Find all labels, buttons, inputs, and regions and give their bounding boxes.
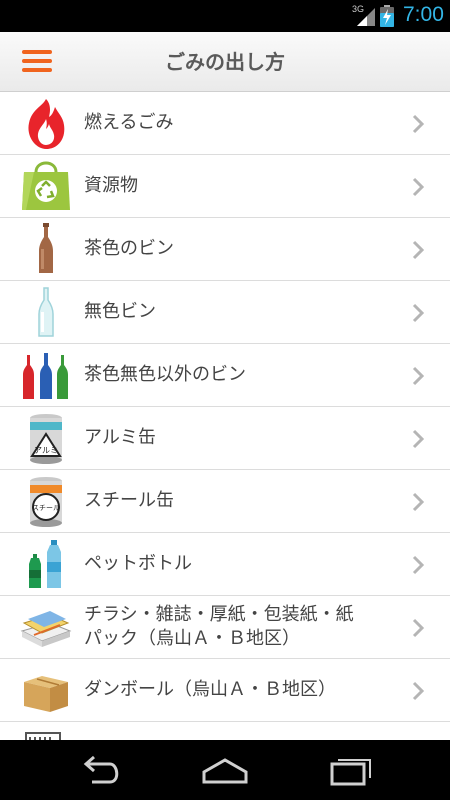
svg-text:スチール: スチール <box>32 504 60 512</box>
list-item-label: ペットボトル <box>84 553 192 574</box>
cardboard-box-icon <box>24 676 68 712</box>
battery-charging-icon <box>380 5 394 27</box>
list-item-label: 茶色のビン <box>84 238 174 259</box>
navigation-bar <box>0 740 450 800</box>
back-icon[interactable] <box>78 754 124 786</box>
paper-bundle-icon <box>20 611 72 647</box>
chevron-right-icon <box>412 366 425 386</box>
chevron-right-icon <box>412 492 425 512</box>
flame-icon <box>28 99 65 149</box>
list-item[interactable]: スチール スチール缶 <box>0 470 450 533</box>
list-item[interactable]: ダンボール（烏山Ａ・Ｂ地区） <box>0 659 450 722</box>
chevron-right-icon <box>412 555 425 575</box>
steel-can-icon: スチール <box>30 477 62 527</box>
list-item[interactable] <box>0 722 450 740</box>
list-item-label-line2: パック（烏山Ａ・Ｂ地区） <box>84 628 300 649</box>
aluminum-can-icon: アルミ <box>30 414 62 464</box>
chevron-right-icon <box>412 303 425 323</box>
chevron-right-icon <box>412 681 425 701</box>
status-bar: 3G 7:00 <box>0 0 450 32</box>
brown-bottle-icon <box>39 223 53 273</box>
garbage-category-list: 燃えるごみ 資源物 茶色のビン 無色ビン 茶色無色以外のビン アルミ アルミ缶 … <box>0 92 450 740</box>
list-item-label: アルミ缶 <box>84 427 156 448</box>
chevron-right-icon <box>412 429 425 449</box>
list-item-label: ダンボール（烏山Ａ・Ｂ地区） <box>84 679 336 700</box>
home-icon[interactable] <box>200 754 250 786</box>
chevron-right-icon <box>412 114 425 134</box>
page-title: ごみの出し方 <box>165 50 285 74</box>
svg-text:アルミ: アルミ <box>34 446 58 455</box>
app-bar: ごみの出し方 <box>0 32 450 92</box>
list-item-label-line1: チラシ・雑誌・厚紙・包装紙・紙 <box>84 604 354 625</box>
list-item-label: 燃えるごみ <box>84 112 174 133</box>
partial-item-icon <box>25 732 61 740</box>
list-item-label: チラシ・雑誌・厚紙・包装紙・紙 パック（烏山Ａ・Ｂ地区） <box>84 603 354 665</box>
list-item-label: 資源物 <box>84 175 138 196</box>
pet-bottle-icon <box>29 540 61 588</box>
list-item[interactable]: アルミ アルミ缶 <box>0 407 450 470</box>
list-item[interactable]: 燃えるごみ <box>0 92 450 155</box>
recycle-bag-icon <box>22 161 70 210</box>
recent-apps-icon[interactable] <box>328 754 374 786</box>
list-item[interactable]: 茶色のビン <box>0 218 450 281</box>
list-item[interactable]: ペットボトル <box>0 533 450 596</box>
list-item-label: 無色ビン <box>84 301 156 322</box>
list-item-label: スチール缶 <box>84 490 174 511</box>
list-item[interactable]: チラシ・雑誌・厚紙・包装紙・紙 パック（烏山Ａ・Ｂ地区） <box>0 596 450 659</box>
chevron-right-icon <box>412 618 425 638</box>
colored-bottles-icon <box>23 353 68 399</box>
signal-icon <box>357 8 375 26</box>
list-item[interactable]: 資源物 <box>0 155 450 218</box>
list-item[interactable]: 無色ビン <box>0 281 450 344</box>
list-item[interactable]: 茶色無色以外のビン <box>0 344 450 407</box>
chevron-right-icon <box>412 240 425 260</box>
clear-bottle-icon <box>38 287 54 337</box>
list-item-label: 茶色無色以外のビン <box>84 364 246 385</box>
clock: 7:00 <box>403 3 444 26</box>
chevron-right-icon <box>412 177 425 197</box>
